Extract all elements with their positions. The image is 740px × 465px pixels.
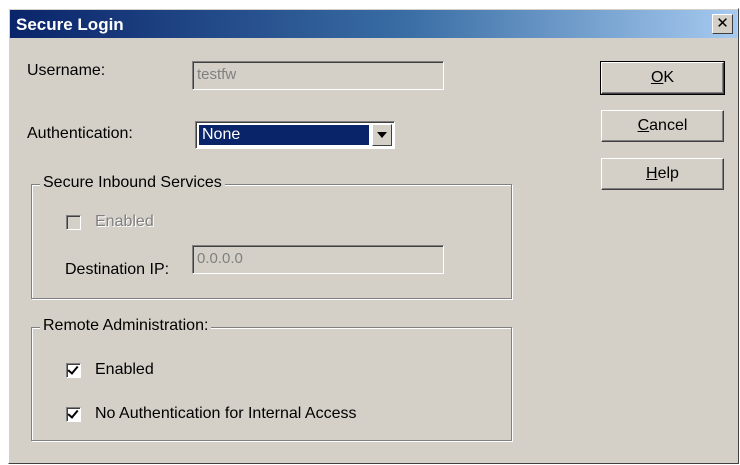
dialog-title: Secure Login xyxy=(16,15,124,34)
close-button[interactable]: ✕ xyxy=(712,14,733,34)
title-bar[interactable]: Secure Login ✕ xyxy=(10,10,737,38)
authentication-label: Authentication: xyxy=(27,125,133,142)
cancel-button-label-rest: ancel xyxy=(649,117,688,134)
close-icon: ✕ xyxy=(716,15,729,32)
help-button-mnemonic: H xyxy=(646,165,658,182)
no-auth-internal-label: No Authentication for Internal Access xyxy=(95,405,357,422)
secure-login-dialog: Secure Login ✕ Username: testfw Authenti… xyxy=(8,8,739,464)
remote-administration-legend: Remote Administration: xyxy=(40,317,212,335)
destination-ip-value: 0.0.0.0 xyxy=(197,250,243,267)
remote-admin-enabled-checkbox[interactable] xyxy=(66,363,81,378)
ok-button-label-rest: K xyxy=(663,69,675,86)
help-button-label-rest: elp xyxy=(657,165,679,182)
username-field[interactable]: testfw xyxy=(192,61,444,90)
ok-button[interactable]: OK xyxy=(600,61,725,95)
authentication-select[interactable]: None xyxy=(195,121,395,149)
remote-admin-enabled-label: Enabled xyxy=(95,361,154,378)
checkmark-icon xyxy=(67,363,79,375)
cancel-button[interactable]: Cancel xyxy=(601,110,724,142)
no-auth-internal-checkbox[interactable] xyxy=(66,407,81,422)
remote-administration-group: Remote Administration: Enabled No Authen… xyxy=(31,317,512,441)
help-button[interactable]: Help xyxy=(601,158,724,190)
username-label: Username: xyxy=(27,62,106,79)
secure-inbound-enabled-checkbox[interactable] xyxy=(66,215,81,230)
ok-button-mnemonic: O xyxy=(650,69,664,86)
chevron-down-icon[interactable] xyxy=(372,124,392,146)
checkmark-icon xyxy=(67,407,79,419)
username-value: testfw xyxy=(197,66,237,83)
cancel-button-mnemonic: C xyxy=(637,117,650,134)
secure-inbound-services-legend: Secure Inbound Services xyxy=(40,174,225,192)
destination-ip-label: Destination IP: xyxy=(65,261,170,278)
destination-ip-field[interactable]: 0.0.0.0 xyxy=(192,245,444,274)
secure-inbound-enabled-label: Enabled xyxy=(95,213,154,230)
secure-inbound-services-group: Secure Inbound Services Enabled Destinat… xyxy=(31,174,512,299)
authentication-selected-value: None xyxy=(199,125,369,145)
